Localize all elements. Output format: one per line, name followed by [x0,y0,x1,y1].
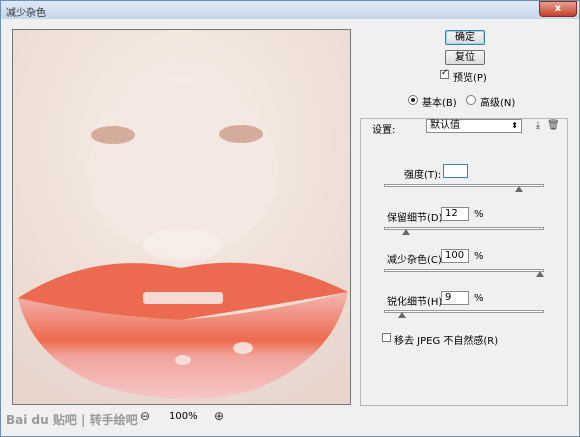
save-settings-icon[interactable]: ⤓ [532,120,544,132]
strength-label: 强度(T): [404,170,442,181]
zoom-in-icon[interactable]: ⊕ [212,409,226,423]
reduce-color-noise-unit: % [474,251,484,262]
zoom-level: 100% [169,411,198,422]
ok-button[interactable]: 确定 [445,30,485,45]
reset-button[interactable]: 复位 [445,50,485,65]
sharpen-details-track[interactable] [384,310,544,313]
preview-label: 预览(P) [453,73,487,84]
zoom-out-icon[interactable]: ⊖ [138,409,152,423]
reduce-color-noise-field[interactable]: 100 [441,249,469,263]
sharpen-details-slider-thumb[interactable] [397,312,406,318]
strength-field[interactable] [443,164,468,178]
strength-slider-thumb[interactable] [514,186,523,192]
basic-label: 基本(B) [422,98,457,109]
check-icon: ✓ [441,68,449,78]
reduce-color-noise-label: 减少杂色(C): [387,255,446,266]
remove-jpeg-artifact-checkbox[interactable] [382,333,391,342]
reduce-color-noise-slider-thumb[interactable] [536,271,544,277]
preserve-details-field[interactable]: 12 [441,207,469,221]
advanced-radio[interactable] [466,95,476,105]
settings-value: 默认值 [430,120,460,131]
advanced-label: 高级(N) [480,98,516,109]
preview-checkbox[interactable]: ✓ [440,68,449,79]
sharpen-details-label: 锐化细节(H): [387,297,446,308]
remove-jpeg-artifact-label: 移去 JPEG 不自然感(R) [394,336,499,347]
chevron-down-icon: ⬍ [511,121,518,130]
delete-settings-icon[interactable]: 🗑 [547,120,560,132]
close-button[interactable]: x [539,1,577,17]
noise-reduction-dialog: 减少杂色 x Bai du 贴吧 | 转手绘吧 ⊖ 100% ⊕ 确定 复位 ✓… [0,0,580,437]
basic-radio[interactable] [408,95,418,105]
window-title: 减少杂色 [6,8,46,19]
preserve-details-unit: % [474,209,484,220]
preview-image[interactable] [12,29,351,405]
settings-label: 设置: [372,125,396,136]
sharpen-details-field[interactable]: 9 [441,291,469,305]
reduce-color-noise-track[interactable] [384,269,544,272]
preserve-details-label: 保留细节(D): [387,213,446,224]
settings-select[interactable]: 默认值 ⬍ [426,119,522,133]
watermark-text: Bai du 贴吧 | 转手绘吧 [6,413,138,427]
lips-photo [13,30,350,404]
sharpen-details-unit: % [474,293,484,304]
title-bar: 减少杂色 x [1,1,579,19]
preserve-details-slider-thumb[interactable] [402,229,411,235]
